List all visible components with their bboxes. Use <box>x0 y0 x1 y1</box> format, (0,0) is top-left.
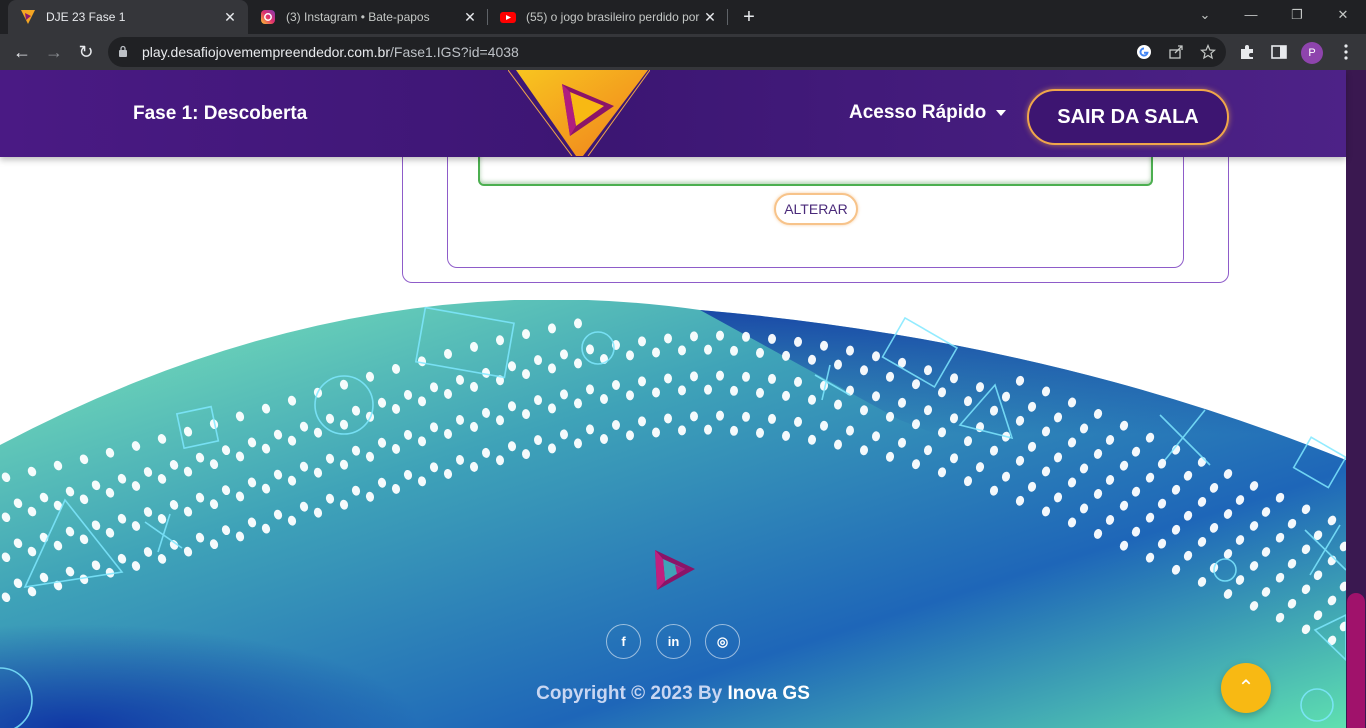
restore-icon[interactable]: ❐ <box>1274 0 1320 30</box>
bookmark-star-icon[interactable] <box>1200 44 1216 60</box>
forward-arrow-icon[interactable]: → <box>41 39 67 65</box>
site-logo[interactable] <box>508 70 650 156</box>
google-icon[interactable] <box>1136 44 1152 60</box>
profile-avatar[interactable]: P <box>1301 42 1323 64</box>
tab-dje-fase-1[interactable]: DJE 23 Fase 1 ✕ <box>8 0 248 34</box>
instagram-link[interactable]: ◎ <box>705 624 740 659</box>
back-arrow-icon[interactable]: ← <box>9 39 35 65</box>
copyright-brand-link[interactable]: Inova GS <box>728 683 810 704</box>
instagram-icon: ◎ <box>716 634 729 649</box>
tab-title: DJE 23 Fase 1 <box>46 10 126 24</box>
minimize-icon[interactable]: — <box>1228 0 1274 30</box>
linkedin-icon: in <box>667 634 680 649</box>
extensions-puzzle-icon[interactable] <box>1238 43 1256 61</box>
chevron-up-icon: ⌃ <box>1237 677 1255 699</box>
close-tab-icon[interactable]: ✕ <box>462 9 478 25</box>
footer-background-art <box>0 300 1346 728</box>
tab-youtube[interactable]: (55) o jogo brasileiro perdido por ✕ <box>488 0 728 34</box>
close-window-icon[interactable]: ✕ <box>1320 0 1366 30</box>
url-path: /Fase1.IGS?id=4038 <box>390 44 519 60</box>
copyright-text: Copyright © 2023 By Inova GS <box>0 683 1346 705</box>
tab-search-icon[interactable]: ⌄ <box>1182 0 1228 30</box>
footer-logo-icon <box>655 550 695 590</box>
site-header: Fase 1: Descoberta Acesso Rápido SAIR DA… <box>0 70 1346 157</box>
new-tab-button[interactable]: + <box>737 5 761 29</box>
chevron-down-icon <box>996 110 1007 116</box>
copyright-prefix: Copyright © 2023 By <box>536 683 723 704</box>
facebook-icon: f <box>621 634 626 649</box>
address-bar[interactable]: play.desafiojovemempreendedor.com.br/Fas… <box>108 37 1226 67</box>
tab-title: (3) Instagram • Bate-papos <box>286 10 430 24</box>
tab-title: (55) o jogo brasileiro perdido por <box>526 10 700 24</box>
lock-icon[interactable] <box>118 45 128 57</box>
linkedin-link[interactable]: in <box>656 624 691 659</box>
side-panel-icon[interactable] <box>1270 43 1288 61</box>
reload-icon[interactable]: ↻ <box>73 39 99 65</box>
scrollbar-thumb[interactable] <box>1347 593 1365 728</box>
youtube-icon <box>500 12 516 23</box>
browser-menu-icon[interactable] <box>1337 43 1355 61</box>
close-tab-icon[interactable]: ✕ <box>222 9 238 25</box>
instagram-icon <box>261 10 275 24</box>
quick-access-label: Acesso Rápido <box>849 102 987 123</box>
url-text[interactable]: play.desafiojovemempreendedor.com.br/Fas… <box>142 44 519 60</box>
browser-tab-strip: DJE 23 Fase 1 ✕ (3) Instagram • Bate-pap… <box>0 0 1366 34</box>
share-icon[interactable] <box>1168 44 1184 60</box>
tab-instagram[interactable]: (3) Instagram • Bate-papos ✕ <box>248 0 488 34</box>
page-viewport: Fase 1: Descoberta Acesso Rápido SAIR DA… <box>0 70 1366 728</box>
facebook-link[interactable]: f <box>606 624 641 659</box>
close-tab-icon[interactable]: ✕ <box>702 9 718 25</box>
quick-access-dropdown[interactable]: Acesso Rápido <box>849 102 1007 124</box>
tab-separator <box>727 9 728 25</box>
page-title: Fase 1: Descoberta <box>133 103 308 124</box>
dje-logo-icon <box>21 10 35 24</box>
browser-toolbar: ← → ↻ play.desafiojovemempreendedor.com.… <box>0 34 1366 70</box>
url-host: play.desafiojovemempreendedor.com.br <box>142 44 390 60</box>
leave-room-button[interactable]: SAIR DA SALA <box>1027 89 1229 145</box>
alter-button[interactable]: ALTERAR <box>774 193 858 225</box>
back-to-top-button[interactable]: ⌃ <box>1221 663 1271 713</box>
